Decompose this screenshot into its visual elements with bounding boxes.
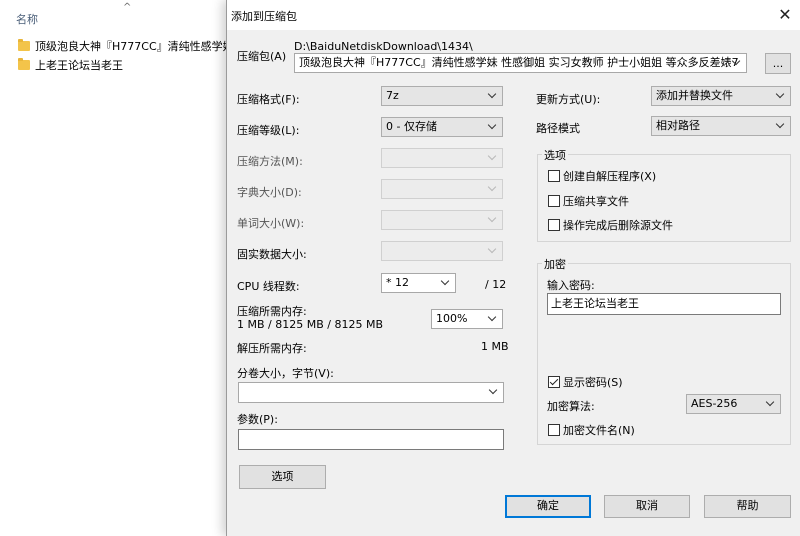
cpu-max: / 12 [485,278,507,291]
checkbox-box [548,170,560,182]
chevron-down-icon [487,211,499,229]
add-to-archive-dialog: 添加到压缩包 ✕ 压缩包(A) D:\BaiduNetdiskDownload\… [226,0,800,536]
folder-icon [18,58,30,70]
level-select[interactable]: 0 - 仅存储 [381,117,503,137]
method-select [381,148,503,168]
word-select [381,210,503,230]
dict-label: 字典大小(D): [237,186,302,199]
cpu-label: CPU 线程数: [237,280,300,293]
solid-select [381,241,503,261]
password-label: 输入密码: [547,279,595,292]
mem-compress-label: 压缩所需内存: [237,305,307,318]
archive-name-value: 顶级泡良大神『H777CC』清纯性感学妹 性感御姐 实习女教师 护士小姐姐 等众… [299,56,739,69]
options-button[interactable]: 选项 [239,465,326,489]
folder-icon [18,39,30,51]
archive-path: D:\BaiduNetdiskDownload\1434\ [294,40,473,53]
chevron-down-icon [487,310,499,328]
encryption-method-label: 加密算法: [547,400,595,413]
update-mode-value: 添加并替换文件 [656,89,733,102]
encrypt-names-label: 加密文件名(N) [563,424,635,437]
password-input[interactable]: 上老王论坛当老王 [547,293,781,315]
word-label: 单词大小(W): [237,217,305,230]
ok-button[interactable]: 确定 [505,495,591,518]
cpu-select[interactable]: * 12 [381,273,456,293]
show-password-label: 显示密码(S) [563,376,623,389]
encryption-method-select[interactable]: AES-256 [686,394,781,414]
file-name: 上老王论坛当老王 [35,59,123,72]
chevron-down-icon [487,87,499,105]
encrypt-names-checkbox[interactable]: 加密文件名(N) [548,422,635,438]
chevron-down-icon [765,395,777,413]
level-value: 0 - 仅存储 [386,120,437,133]
close-icon[interactable]: ✕ [769,0,800,30]
solid-label: 固实数据大小: [237,248,307,261]
sfx-checkbox[interactable]: 创建自解压程序(X) [548,168,656,184]
shared-files-label: 压缩共享文件 [563,195,629,208]
sfx-label: 创建自解压程序(X) [563,170,657,183]
format-select[interactable]: 7z [381,86,503,106]
chevron-down-icon [731,54,743,72]
list-item[interactable]: 顶级泡良大神『H777CC』清纯性感学妹 [18,37,234,55]
chevron-down-icon [488,383,500,401]
checkbox-box [548,195,560,207]
mem-decompress-value: 1 MB [481,340,509,353]
shared-files-checkbox[interactable]: 压缩共享文件 [548,193,629,209]
archive-label: 压缩包(A) [237,50,287,63]
chevron-down-icon [775,87,787,105]
params-input[interactable] [238,429,504,450]
dialog-title: 添加到压缩包 [231,10,297,23]
params-label: 参数(P): [237,413,278,426]
chevron-down-icon [487,242,499,260]
path-mode-value: 相对路径 [656,119,700,132]
encryption-group-title: 加密 [542,256,568,272]
options-group-title: 选项 [542,147,568,163]
chevron-down-icon [487,118,499,136]
mem-percent-select[interactable]: 100% [431,309,503,329]
checkbox-box [548,424,560,436]
cancel-button[interactable]: 取消 [604,495,690,518]
format-value: 7z [386,89,399,102]
level-label: 压缩等级(L): [237,124,300,137]
archive-name-combo[interactable]: 顶级泡良大神『H777CC』清纯性感学妹 性感御姐 实习女教师 护士小姐姐 等众… [294,53,747,73]
method-label: 压缩方法(M): [237,155,303,168]
chevron-down-icon [440,274,452,292]
split-size-combo[interactable] [238,382,504,403]
show-password-checkbox[interactable]: 显示密码(S) [548,374,623,390]
name-column-header[interactable]: 名称 [16,11,38,27]
list-item[interactable]: 上老王论坛当老王 [18,56,123,74]
update-mode-label: 更新方式(U): [536,93,601,106]
browse-button[interactable]: ... [765,53,791,74]
file-name: 顶级泡良大神『H777CC』清纯性感学妹 [35,40,234,53]
help-button[interactable]: 帮助 [704,495,791,518]
delete-after-checkbox[interactable]: 操作完成后删除源文件 [548,217,673,233]
mem-compress-detail: 1 MB / 8125 MB / 8125 MB [237,318,383,331]
split-label: 分卷大小，字节(V): [237,367,334,380]
format-label: 压缩格式(F): [237,93,300,106]
sort-caret-icon[interactable]: ^ [123,2,131,13]
update-mode-select[interactable]: 添加并替换文件 [651,86,791,106]
path-mode-select[interactable]: 相对路径 [651,116,791,136]
chevron-down-icon [775,117,787,135]
chevron-down-icon [487,180,499,198]
title-bar[interactable]: 添加到压缩包 ✕ [227,0,800,30]
path-mode-label: 路径模式 [536,122,580,135]
mem-decompress-label: 解压所需内存: [237,342,307,355]
checkbox-box [548,219,560,231]
dict-select [381,179,503,199]
checkbox-box-checked [548,376,560,388]
chevron-down-icon [487,149,499,167]
delete-after-label: 操作完成后删除源文件 [563,219,673,232]
